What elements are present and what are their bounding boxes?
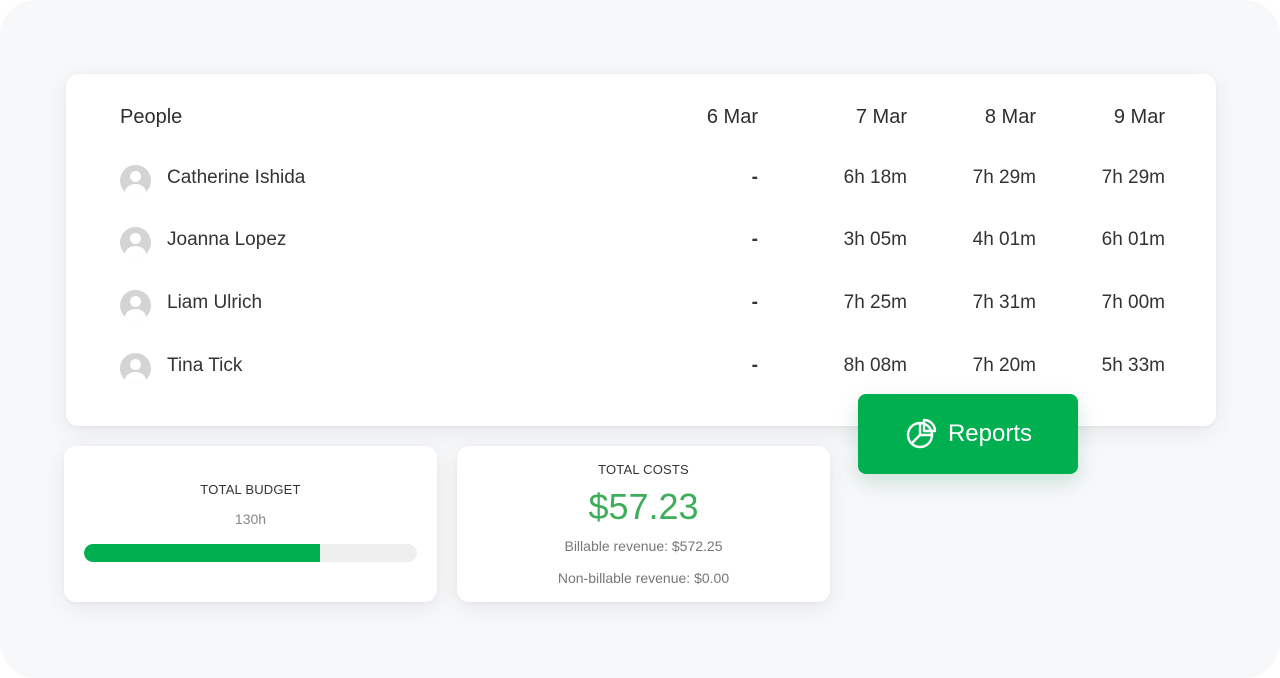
avatar [120,165,151,196]
time-cell: 5h 33m [1101,355,1165,376]
time-cell: 7h 29m [972,167,1036,188]
non-billable-revenue: Non-billable revenue: $0.00 [557,570,730,586]
column-header-people: People [120,106,183,128]
budget-title: TOTAL BUDGET [200,482,301,497]
avatar [120,353,151,384]
avatar [120,227,151,258]
time-cell: - [751,292,758,313]
billable-revenue: Billable revenue: $572.25 [564,538,723,554]
time-cell: 3h 05m [843,229,907,250]
time-cell: 6h 18m [843,167,907,188]
avatar [120,290,151,321]
person-name: Joanna Lopez [167,229,287,250]
column-header-day: 7 Mar [855,106,907,128]
time-cell: - [751,355,758,376]
reports-button-label: Reports [947,420,1033,447]
reports-button[interactable]: Reports [858,394,1078,474]
person-name: Tina Tick [167,355,243,376]
column-header-day: 9 Mar [1113,106,1165,128]
time-cell: 7h 00m [1101,292,1165,313]
time-cell: 8h 08m [843,355,907,376]
total-budget-card: TOTAL BUDGET 130h [64,446,437,602]
column-header-day: 8 Mar [984,106,1036,128]
time-cell: 7h 29m [1101,167,1165,188]
time-cell: - [751,229,758,250]
budget-progress-fill [84,544,321,562]
time-cell: 7h 31m [972,292,1036,313]
person-name: Catherine Ishida [167,167,306,188]
column-header-day: 6 Mar [706,106,758,128]
time-cell: 7h 20m [972,355,1036,376]
time-cell: 4h 01m [972,229,1036,250]
time-cell: - [751,167,758,188]
background-canvas: People 6 Mar 7 Mar 8 Mar 9 Mar Catherine… [0,0,1280,678]
time-cell: 7h 25m [843,292,907,313]
person-name: Liam Ulrich [167,292,263,313]
costs-title: TOTAL COSTS [598,462,689,477]
budget-hours: 130h [234,511,267,527]
total-costs-card: TOTAL COSTS $57.23 Billable revenue: $57… [457,446,830,602]
budget-progress-bar [84,544,417,562]
costs-amount: $57.23 [588,486,699,527]
pie-chart-icon [906,418,937,449]
timesheet-table: People 6 Mar 7 Mar 8 Mar 9 Mar Catherine… [66,74,1216,426]
time-cell: 6h 01m [1101,229,1165,250]
